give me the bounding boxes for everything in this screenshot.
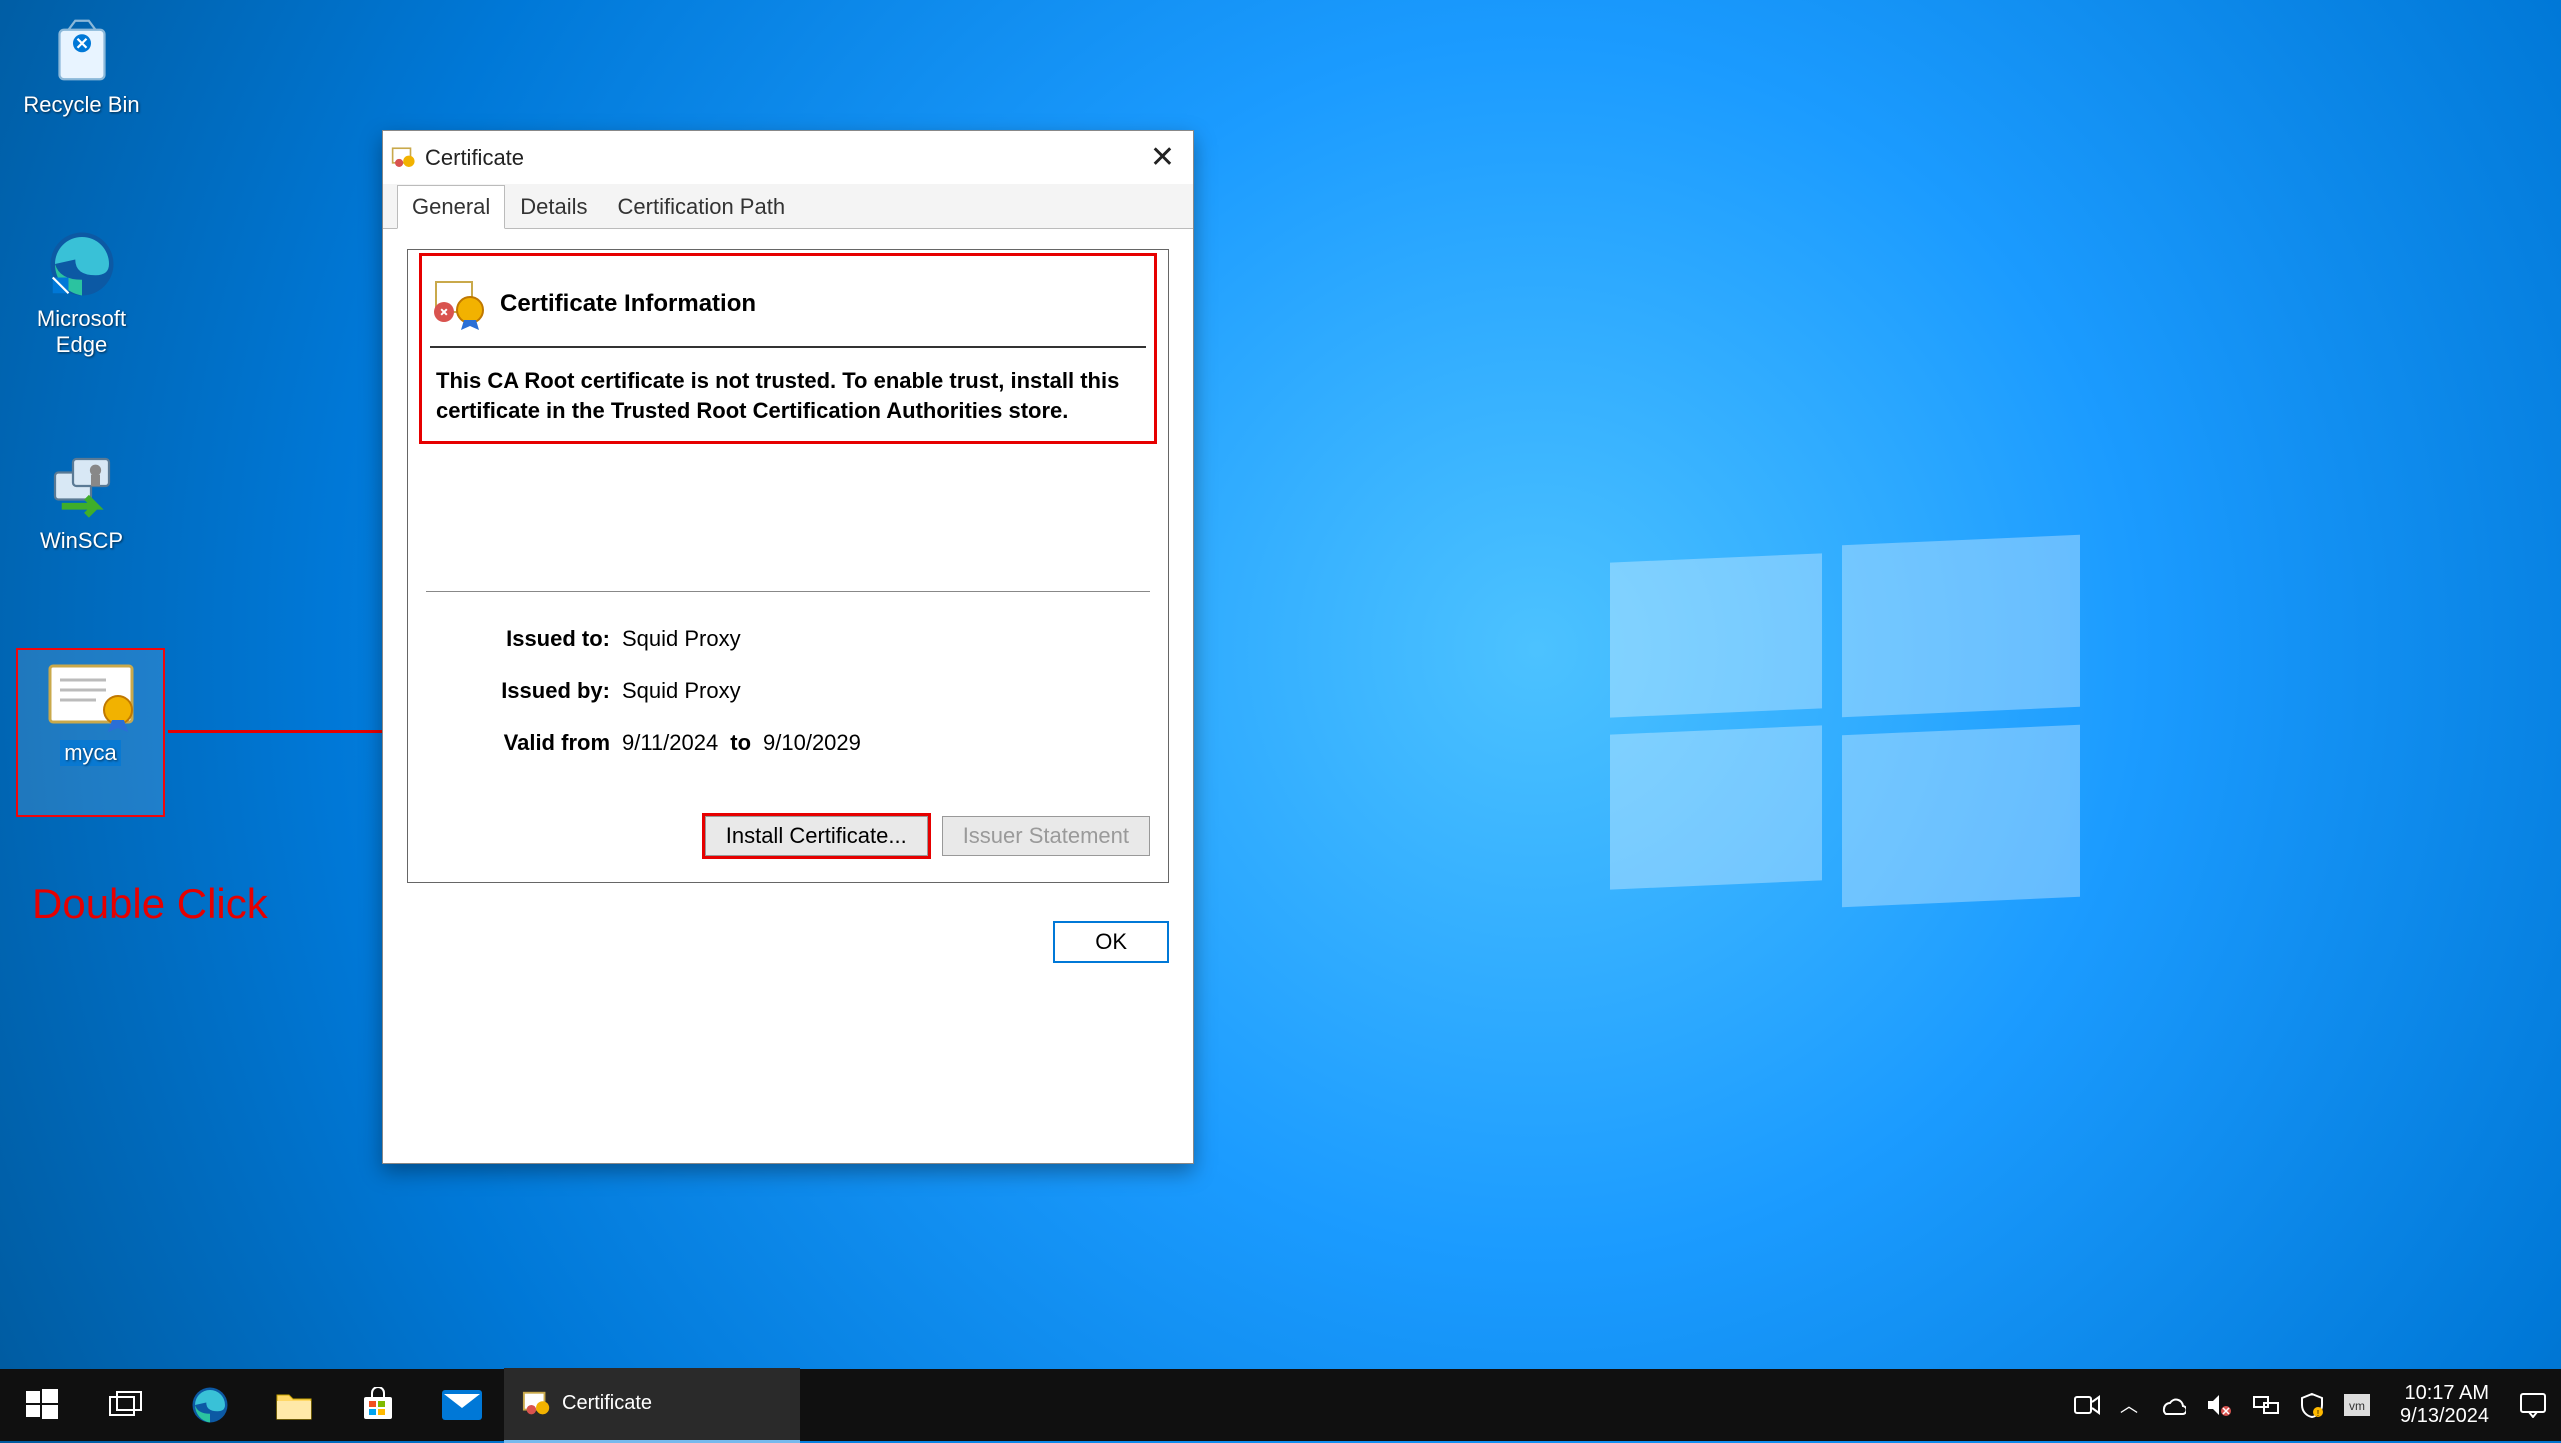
tray-volume-muted-icon[interactable] xyxy=(2206,1393,2232,1417)
tab-details[interactable]: Details xyxy=(505,185,602,229)
valid-from-value: 9/11/2024 xyxy=(622,730,718,756)
window-titlebar[interactable]: Certificate ✕ xyxy=(383,131,1193,184)
taskbar-edge-button[interactable] xyxy=(168,1369,252,1441)
svg-text:vm: vm xyxy=(2349,1399,2365,1413)
issued-by-label: Issued by: xyxy=(450,678,610,704)
taskbar-date: 9/13/2024 xyxy=(2400,1405,2489,1428)
taskbar-app-label: Certificate xyxy=(562,1392,652,1415)
recycle-bin-icon xyxy=(46,14,118,86)
task-view-button[interactable] xyxy=(84,1369,168,1441)
desktop-icon-myca[interactable]: myca xyxy=(18,650,163,815)
valid-from-label: Valid from xyxy=(450,730,610,756)
taskbar-app-certificate[interactable]: Certificate xyxy=(504,1368,800,1443)
desktop-icon-label: WinSCP xyxy=(14,528,149,554)
certificate-window: Certificate ✕ General Details Certificat… xyxy=(382,130,1194,1164)
valid-to-value: 9/10/2029 xyxy=(763,730,861,756)
taskbar-mail-button[interactable] xyxy=(420,1369,504,1441)
install-certificate-button[interactable]: Install Certificate... xyxy=(705,816,928,856)
desktop-icon-winscp[interactable]: WinSCP xyxy=(14,450,149,554)
desktop-icon-label: Recycle Bin xyxy=(14,92,149,118)
wallpaper-windows-logo xyxy=(1610,540,2080,885)
tab-general[interactable]: General xyxy=(397,185,505,229)
svg-text:!: ! xyxy=(2317,1409,2319,1418)
valid-to-label: to xyxy=(730,730,751,756)
certificate-badge-icon xyxy=(430,276,486,332)
taskbar-clock[interactable]: 10:17 AM 9/13/2024 xyxy=(2390,1382,2499,1428)
tray-notifications-icon[interactable] xyxy=(2519,1392,2547,1418)
issued-to-label: Issued to: xyxy=(450,626,610,652)
tray-network-icon[interactable] xyxy=(2252,1393,2280,1417)
tray-chevron-up-icon[interactable]: ︿ xyxy=(2120,1392,2138,1418)
tray-security-icon[interactable]: ! xyxy=(2300,1392,2324,1418)
tab-certification-path[interactable]: Certification Path xyxy=(603,185,801,229)
taskbar-store-button[interactable] xyxy=(336,1369,420,1441)
edge-icon xyxy=(46,228,118,300)
close-button[interactable]: ✕ xyxy=(1140,139,1185,177)
tray-vmware-icon[interactable]: vm xyxy=(2344,1394,2370,1416)
certificate-icon xyxy=(391,145,417,171)
certificate-info-heading: Certificate Information xyxy=(500,290,756,318)
issued-by-value: Squid Proxy xyxy=(622,678,741,704)
start-button[interactable] xyxy=(0,1369,84,1441)
tray-meet-now-icon[interactable] xyxy=(2074,1394,2100,1416)
taskbar: Certificate ︿ ! vm 10:17 AM 9/13/2024 xyxy=(0,1369,2561,1441)
annotation-double-click: Double Click xyxy=(32,880,268,928)
certificate-icon xyxy=(522,1389,552,1419)
desktop-icon-edge[interactable]: Microsoft Edge xyxy=(14,228,149,358)
window-title: Certificate xyxy=(425,145,524,171)
desktop-icon-label: myca xyxy=(60,740,121,766)
certificate-trust-message: This CA Root certificate is not trusted.… xyxy=(430,348,1146,433)
issued-to-value: Squid Proxy xyxy=(622,626,741,652)
tab-bar: General Details Certification Path xyxy=(383,184,1193,229)
issuer-statement-button: Issuer Statement xyxy=(942,816,1150,856)
annotation-connector-line xyxy=(168,730,383,733)
certificate-file-icon xyxy=(46,662,136,734)
taskbar-time: 10:17 AM xyxy=(2400,1382,2489,1405)
winscp-icon xyxy=(46,450,118,522)
desktop-icon-recycle-bin[interactable]: Recycle Bin xyxy=(14,14,149,118)
desktop-icon-label: Microsoft Edge xyxy=(14,306,149,358)
ok-button[interactable]: OK xyxy=(1053,921,1169,963)
tray-onedrive-icon[interactable] xyxy=(2158,1395,2186,1415)
taskbar-explorer-button[interactable] xyxy=(252,1369,336,1441)
